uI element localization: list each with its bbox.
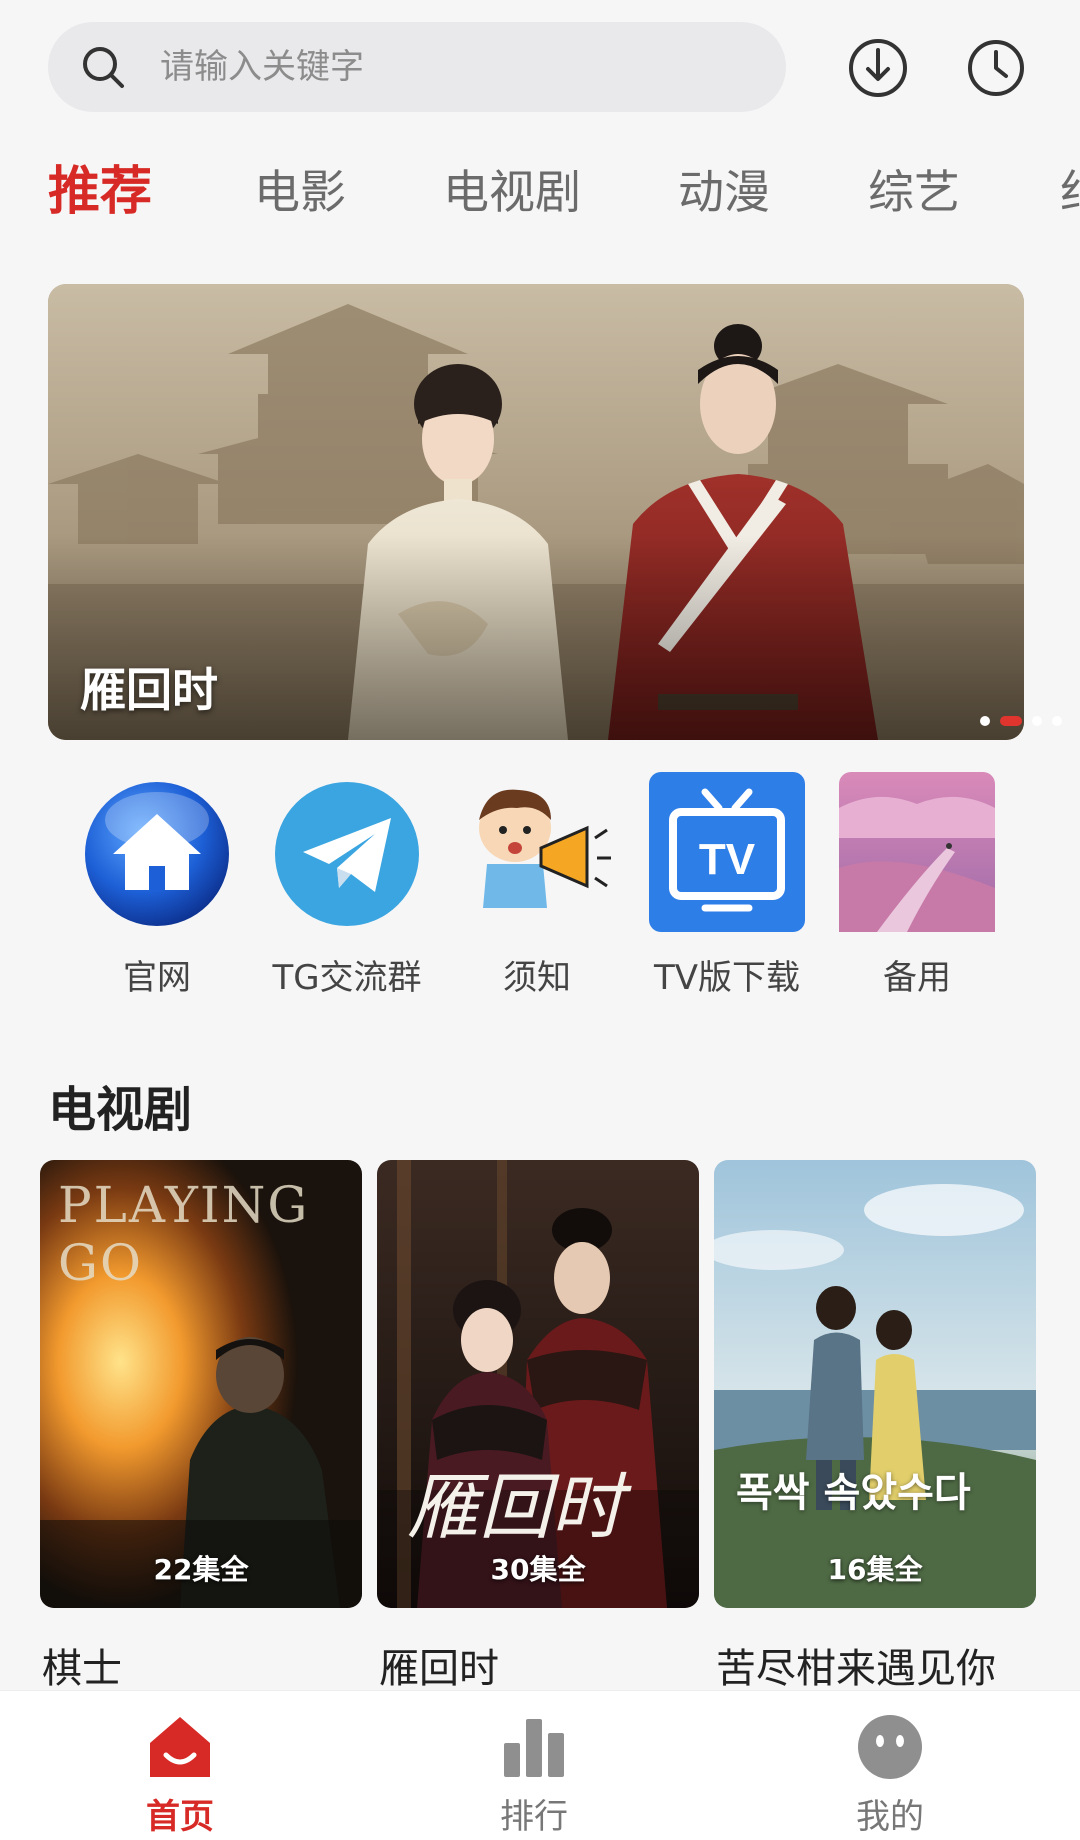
pagination-dot[interactable]: [1032, 716, 1042, 726]
poster-image: PLAYING GO 22集全: [40, 1160, 362, 1608]
card-title: 棋士: [42, 1646, 122, 1692]
shortcut-official-site[interactable]: 官网: [62, 768, 252, 1008]
download-icon[interactable]: [846, 36, 910, 100]
pagination-dot[interactable]: [1052, 716, 1062, 726]
shortcut-label: TV版下载: [653, 958, 801, 998]
pagination-dot[interactable]: [980, 716, 990, 726]
section-title: 电视剧: [48, 1082, 193, 1138]
video-card[interactable]: PLAYING GO 22集全 棋士: [40, 1160, 362, 1692]
card-title: 雁回时: [379, 1646, 499, 1692]
nav-home[interactable]: 首页: [80, 1691, 280, 1840]
home-globe-icon: [85, 782, 229, 926]
video-card[interactable]: 폭싹 속았수다 16集全 苦尽柑来遇见你: [714, 1160, 1036, 1692]
card-title: 苦尽柑来遇见你: [716, 1646, 996, 1692]
megaphone-boy-icon: [479, 789, 611, 908]
top-bar: 请输入关键字: [0, 0, 1080, 130]
tab-overflow[interactable]: 纪: [1060, 150, 1080, 234]
tv-icon: TV: [649, 772, 805, 932]
home-icon: [150, 1717, 210, 1777]
nav-label: 首页: [146, 1797, 214, 1837]
hero-banner[interactable]: 雁回时: [48, 284, 1024, 740]
tab-anime[interactable]: 动漫: [678, 150, 770, 234]
nav-ranking[interactable]: 排行: [434, 1691, 634, 1840]
category-tabs: 推荐 电影 电视剧 动漫 综艺 纪: [0, 150, 1080, 234]
poster-title-art: 폭싹 속았수다: [736, 1470, 971, 1516]
tab-variety[interactable]: 综艺: [868, 150, 960, 234]
poster-image: 폭싹 속았수다 16集全: [714, 1160, 1036, 1608]
history-clock-icon[interactable]: [964, 36, 1028, 100]
shortcut-label: 官网: [123, 958, 191, 998]
scenery-icon: [839, 772, 995, 932]
ranking-bars-icon: [504, 1719, 564, 1777]
banner-title: 雁回时: [80, 663, 218, 717]
profile-face-icon: [858, 1715, 922, 1779]
bottom-navigation: 首页 排行 我的: [0, 1690, 1080, 1840]
tab-movies[interactable]: 电影: [254, 150, 346, 234]
shortcut-notice[interactable]: 须知: [442, 768, 632, 1008]
poster-title-art: 雁回时: [407, 1465, 624, 1549]
episode-count: 30集全: [490, 1553, 586, 1586]
shortcut-label: TG交流群: [272, 958, 422, 998]
nav-label: 排行: [500, 1797, 568, 1837]
shortcut-telegram[interactable]: TG交流群: [252, 768, 442, 1008]
search-placeholder: 请输入关键字: [160, 47, 364, 87]
episode-count: 22集全: [153, 1553, 249, 1586]
shortcut-tv-download[interactable]: TV TV版下载: [632, 768, 822, 1008]
nav-label: 我的: [856, 1797, 924, 1837]
shortcut-label: 备用: [883, 958, 951, 998]
pagination-dot-active[interactable]: [1000, 716, 1022, 726]
shortcut-backup[interactable]: 备用: [822, 768, 1012, 1008]
poster-title-art: PLAYING GO: [58, 1176, 310, 1292]
svg-text:TV: TV: [699, 835, 756, 884]
tab-tv-series[interactable]: 电视剧: [443, 150, 581, 234]
video-card[interactable]: 雁回时 30集全 雁回时: [377, 1160, 699, 1692]
search-bar[interactable]: 请输入关键字: [48, 22, 786, 112]
episode-count: 16集全: [827, 1553, 923, 1586]
tab-recommend[interactable]: 推荐: [48, 150, 152, 234]
nav-profile[interactable]: 我的: [790, 1691, 990, 1840]
shortcut-label: 须知: [503, 958, 571, 998]
telegram-icon: [275, 782, 419, 926]
poster-image: 雁回时 30集全: [377, 1160, 699, 1608]
banner-pagination: [980, 716, 1062, 726]
search-icon: [83, 47, 124, 88]
